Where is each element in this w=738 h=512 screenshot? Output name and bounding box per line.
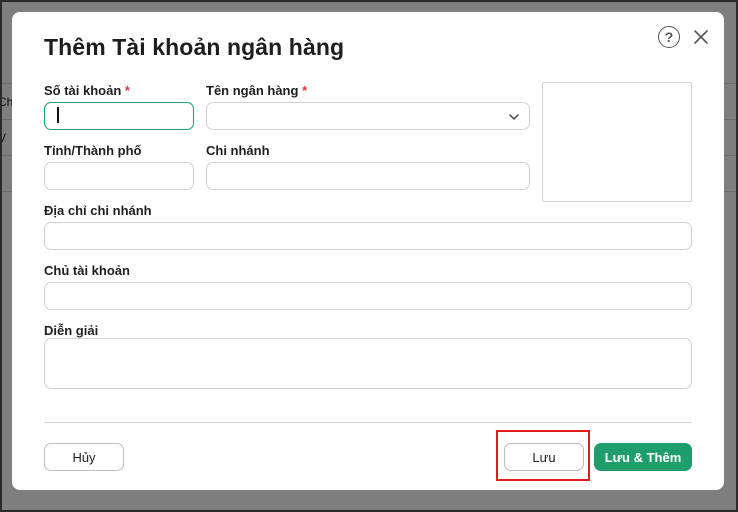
close-icon[interactable] [690, 26, 712, 48]
account-holder-input[interactable] [44, 282, 692, 310]
add-bank-account-dialog: Thêm Tài khoản ngân hàng ? Số tài khoản … [12, 12, 724, 490]
account-number-input[interactable] [44, 102, 194, 130]
branch-address-input[interactable] [44, 222, 692, 250]
bank-name-select[interactable] [206, 102, 530, 130]
chevron-down-icon [509, 114, 519, 120]
required-mark: * [302, 83, 308, 98]
cancel-button[interactable]: Hủy [44, 443, 124, 471]
branch-address-label: Địa chỉ chi nhánh [44, 203, 152, 218]
province-label: Tỉnh/Thành phố [44, 143, 142, 158]
save-and-add-button[interactable]: Lưu & Thêm [594, 443, 692, 471]
footer-divider [44, 422, 692, 423]
description-textarea[interactable] [44, 338, 692, 389]
close-x-svg [694, 30, 708, 44]
save-button[interactable]: Lưu [504, 443, 584, 471]
help-glyph: ? [664, 29, 674, 45]
text-caret [57, 107, 59, 123]
help-icon[interactable]: ? [658, 26, 680, 48]
dialog-title: Thêm Tài khoản ngân hàng [44, 34, 345, 60]
bank-name-label-text: Tên ngân hàng [206, 83, 299, 98]
description-label: Diễn giải [44, 323, 99, 338]
required-mark: * [124, 83, 130, 98]
account-number-label-text: Số tài khoản [44, 83, 122, 98]
image-upload-box[interactable] [542, 82, 692, 202]
province-input[interactable] [44, 162, 194, 190]
account-number-label: Số tài khoản * [44, 83, 130, 98]
branch-label: Chi nhánh [206, 143, 270, 158]
branch-input[interactable] [206, 162, 530, 190]
account-holder-label: Chủ tài khoản [44, 263, 130, 278]
bank-name-label: Tên ngân hàng * [206, 83, 307, 98]
